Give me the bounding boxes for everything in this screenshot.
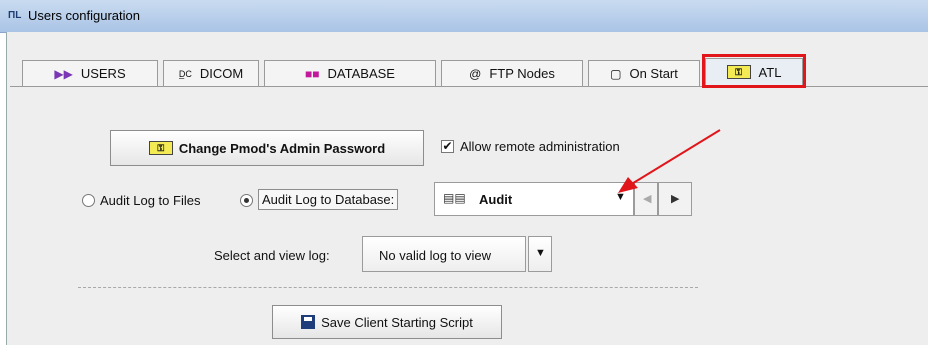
view-log-value: No valid log to view bbox=[379, 248, 491, 263]
change-admin-password-button[interactable]: ⚿ Change Pmod's Admin Password bbox=[110, 130, 424, 166]
audit-database-value: Audit bbox=[479, 192, 513, 207]
key-icon: ⚿ bbox=[148, 141, 173, 155]
users-icon: ▶▶ bbox=[54, 66, 73, 81]
tab-users-label: USERS bbox=[80, 66, 126, 81]
tab-on-start[interactable]: ▢ On Start bbox=[588, 60, 700, 86]
view-log-dropdown-button[interactable]: ▼ bbox=[528, 236, 552, 272]
chevron-down-icon: ▼ bbox=[535, 247, 546, 259]
audit-log-database-radio[interactable] bbox=[240, 194, 253, 207]
app-icon: ΠL bbox=[8, 10, 22, 21]
tab-highlight-box bbox=[702, 54, 806, 88]
database-icon: ■■ bbox=[305, 66, 320, 81]
allow-remote-checkbox[interactable]: ✔ bbox=[441, 140, 454, 153]
allow-remote-label: Allow remote administration bbox=[460, 139, 620, 154]
tab-ftp-nodes-label: FTP Nodes bbox=[489, 66, 555, 81]
tab-database-label: DATABASE bbox=[327, 66, 395, 81]
tab-on-start-label: On Start bbox=[629, 66, 678, 81]
dicom-icon: D̲C bbox=[178, 68, 192, 79]
save-client-script-button[interactable]: Save Client Starting Script bbox=[272, 305, 502, 339]
tab-users[interactable]: ▶▶ USERS bbox=[22, 60, 158, 86]
select-view-log-label: Select and view log: bbox=[214, 248, 330, 263]
save-icon bbox=[301, 315, 316, 329]
tab-ftp-nodes[interactable]: @ FTP Nodes bbox=[441, 60, 583, 86]
view-log-combo[interactable]: No valid log to view bbox=[362, 236, 526, 272]
at-sign-icon: @ bbox=[469, 66, 482, 81]
red-arrow-annotation bbox=[618, 129, 721, 193]
audit-log-files-radio[interactable] bbox=[82, 194, 95, 207]
audit-log-files-label: Audit Log to Files bbox=[100, 193, 201, 208]
database-table-icon: ▤▤ bbox=[443, 191, 466, 205]
separator bbox=[78, 287, 698, 288]
window-title: Users configuration bbox=[28, 8, 140, 23]
tab-dicom[interactable]: D̲C DICOM bbox=[163, 60, 259, 86]
save-client-script-label: Save Client Starting Script bbox=[321, 314, 473, 330]
change-password-label: Change Pmod's Admin Password bbox=[178, 140, 386, 156]
audit-log-database-label: Audit Log to Database: bbox=[258, 189, 399, 210]
tab-dicom-label: DICOM bbox=[199, 66, 244, 81]
start-icon: ▢ bbox=[610, 66, 622, 81]
tab-database[interactable]: ■■ DATABASE bbox=[264, 60, 436, 86]
window-titlebar: ΠL Users configuration bbox=[0, 0, 928, 33]
